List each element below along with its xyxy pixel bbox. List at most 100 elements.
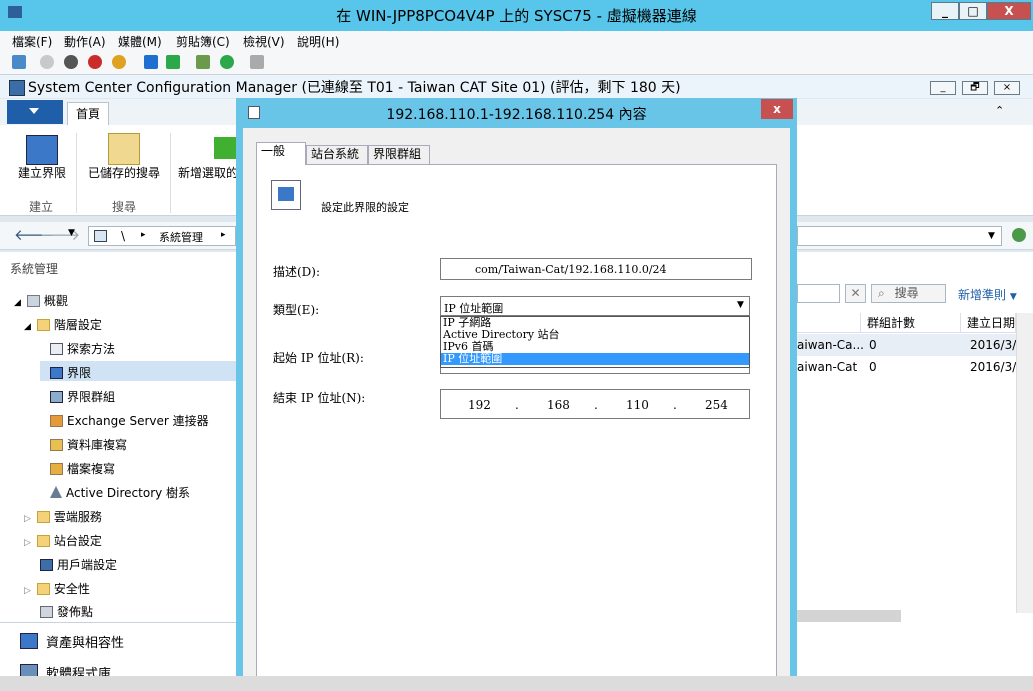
tree-item-overview[interactable]: ◢ 概觀 [14,292,68,309]
app-minimize-button[interactable]: _ [930,81,956,95]
shut-down-icon[interactable] [88,55,102,69]
tree-item-boundaries[interactable]: 界限 [50,364,91,381]
ip-octet-2[interactable]: 168 [547,398,570,412]
ribbon-group-create: 建立 [28,200,53,214]
tree-item-hierarchy[interactable]: ◢ 階層設定 [24,316,102,333]
app-close-button[interactable]: × [994,81,1020,95]
row-name: aiwan-Ca... [797,338,864,352]
folder-icon [36,535,50,547]
search-icon: ⌕ [878,286,885,300]
boundary-group-icon [50,391,63,403]
distribution-point-icon [40,606,53,618]
add-selected-items-button[interactable]: 新增選取的 [178,164,238,181]
breadcrumb-root[interactable]: \ [121,229,125,243]
add-criteria-link[interactable]: 新增準則 ▼ [958,286,1017,303]
tree-item-database-replication[interactable]: 資料庫複寫 [50,436,127,453]
tree-item-discovery-methods[interactable]: 探索方法 [50,340,115,357]
menu-view[interactable]: 檢視(V) [243,33,285,50]
row-created-date: 2016/3/ [970,338,1017,352]
sccm-app-icon [9,80,25,96]
resume-icon[interactable] [166,55,180,69]
horizontal-scrollbar[interactable] [797,610,901,622]
tree-item-distribution-points[interactable]: 發佈點 [40,603,93,620]
revert-icon[interactable] [220,55,234,69]
address-dropdown-icon[interactable]: ▼ [988,231,995,241]
save-icon[interactable] [112,55,126,69]
row-created-date: 2016/3/ [970,360,1017,374]
tree-item-cloud-services[interactable]: ▷ 雲端服務 [24,508,102,525]
search-input[interactable] [797,284,840,303]
vm-minimize-button[interactable]: _ [931,2,959,20]
saved-searches-button[interactable]: 已儲存的搜尋 [84,164,164,181]
ctrl-alt-del-icon[interactable] [12,55,26,69]
tree-item-client-settings[interactable]: 用戶端設定 [40,556,117,573]
turn-off-icon[interactable] [64,55,78,69]
collapsed-arrow-icon[interactable]: ▷ [24,586,31,596]
share-icon[interactable] [250,55,264,69]
expand-arrow-icon[interactable]: ◢ [14,298,21,308]
menu-action[interactable]: 動作(A) [64,33,106,50]
start-ip-field[interactable] [440,368,750,374]
type-option-ip-range[interactable]: IP 位址範圍 [441,353,749,365]
tab-site-systems[interactable]: 站台系統 [306,145,368,164]
description-field[interactable]: com/Taiwan-Cat/192.168.110.0/24 [440,258,752,280]
dialog-close-button[interactable]: x [761,99,793,119]
tree-item-security[interactable]: ▷ 安全性 [24,580,90,597]
tree-item-exchange-connectors[interactable]: Exchange Server 連接器 [50,412,209,429]
end-ip-field[interactable]: 192 . 168 . 110 . 254 [440,389,750,419]
add-icon [214,137,236,159]
folder-icon [36,319,50,331]
search-button[interactable]: ⌕ 搜尋 [871,284,946,303]
collapse-ribbon-icon[interactable]: ⌃ [995,104,1004,117]
ip-octet-3[interactable]: 110 [626,398,649,412]
app-restore-button[interactable]: 🗗 [962,81,988,95]
expand-arrow-icon[interactable]: ◢ [24,322,31,332]
checkpoint-icon[interactable] [196,55,210,69]
vm-toolbar [0,51,1033,75]
table-row[interactable]: aiwan-Cat 0 2016/3/ [797,356,1016,378]
tree-item-site-configuration[interactable]: ▷ 站台設定 [24,532,102,549]
ip-octet-1[interactable]: 192 [468,398,491,412]
vm-maximize-button[interactable]: □ [959,2,987,20]
tab-general[interactable]: 一般 [256,142,306,165]
tab-home[interactable]: 首頁 [67,102,109,126]
column-header-created-date[interactable]: 建立日期 [961,313,1016,333]
dialog-heading: 設定此界限的設定 [321,201,409,214]
column-header-group-count[interactable]: 群組計數 [861,313,961,333]
type-select[interactable]: IP 位址範圍 ▼ [440,296,750,316]
file-replication-icon [50,463,63,475]
collapsed-arrow-icon[interactable]: ▷ [24,538,31,548]
folder-icon [36,511,50,523]
menu-file[interactable]: 檔案(F) [12,33,52,50]
file-tab[interactable] [7,100,63,124]
history-dropdown-icon[interactable]: ▼ [68,228,75,238]
pause-icon[interactable] [144,55,158,69]
tree-item-boundary-groups[interactable]: 界限群組 [50,388,115,405]
vm-close-button[interactable]: X [987,2,1031,20]
overview-icon [26,295,40,307]
ip-octet-4[interactable]: 254 [705,398,728,412]
create-boundary-icon [26,135,58,165]
start-icon[interactable] [40,55,54,69]
menu-clipboard[interactable]: 剪貼簿(C) [176,33,230,50]
address-bar-end[interactable]: ▼ [797,226,1002,246]
create-boundary-button[interactable]: 建立界限 [8,164,76,181]
dialog-title: 192.168.110.1-192.168.110.254 內容 [386,107,647,123]
vm-window-title: 在 WIN-JPP8PCO4V4P 上的 SYSC75 - 虛擬機器連線 [336,7,697,25]
breadcrumb[interactable]: \ ▸ 系統管理 ▸ [88,226,236,246]
refresh-icon[interactable] [1012,228,1026,242]
tree-item-ad-forests[interactable]: Active Directory 樹系 [50,484,190,501]
clear-search-button[interactable]: ✕ [845,284,866,303]
workspace-assets-compliance[interactable]: 資產與相容性 [20,632,124,651]
collapsed-arrow-icon[interactable]: ▷ [24,514,31,524]
column-header-name[interactable] [797,313,861,333]
end-ip-label: 結束 IP 位址(N): [273,391,366,405]
tree-item-file-replication[interactable]: 檔案複寫 [50,460,115,477]
tab-boundary-groups[interactable]: 界限群組 [368,145,430,164]
menu-help[interactable]: 說明(H) [297,33,339,50]
menu-media[interactable]: 媒體(M) [118,33,162,50]
vertical-scrollbar[interactable] [1016,313,1033,613]
assets-icon [20,633,38,649]
breadcrumb-administration[interactable]: 系統管理 [159,229,203,245]
table-row[interactable]: aiwan-Ca... 0 2016/3/ [797,334,1016,356]
